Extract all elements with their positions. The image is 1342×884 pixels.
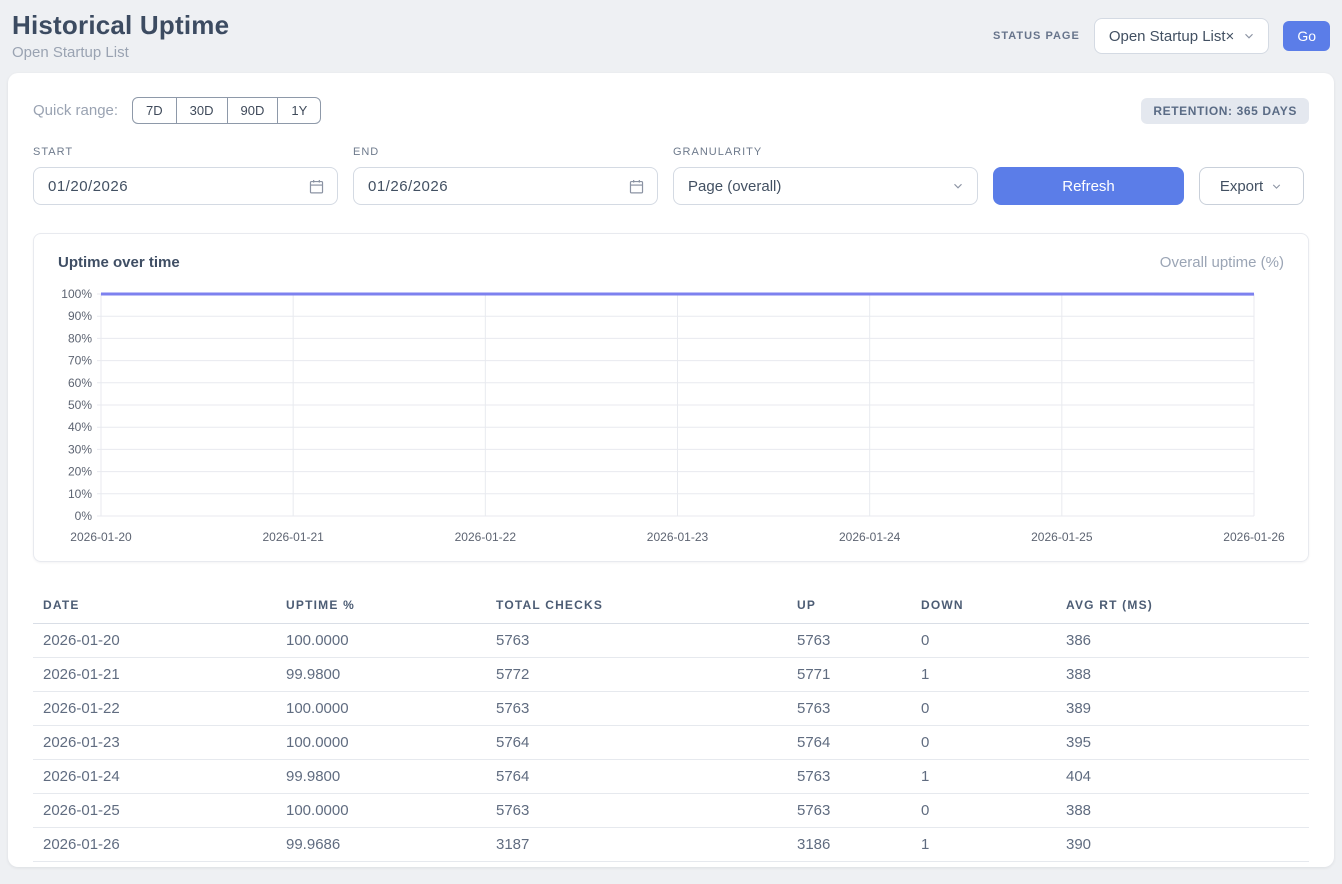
quick-range-label: Quick range:: [33, 102, 118, 119]
svg-text:30%: 30%: [68, 442, 92, 456]
page-subtitle: Open Startup List: [12, 44, 229, 61]
svg-text:2026-01-20: 2026-01-20: [70, 530, 132, 544]
col-avg-rt: AVG RT (MS): [1056, 590, 1309, 624]
chevron-down-icon: [951, 179, 965, 193]
refresh-button[interactable]: Refresh: [993, 167, 1184, 205]
end-date-field: END 01/26/2026: [353, 146, 658, 205]
col-up: UP: [787, 590, 911, 624]
svg-text:10%: 10%: [68, 487, 92, 501]
chart-legend: Overall uptime (%): [1160, 254, 1284, 271]
col-total-checks: TOTAL CHECKS: [486, 590, 787, 624]
status-page-select[interactable]: Open Startup List×: [1094, 18, 1270, 54]
svg-text:2026-01-25: 2026-01-25: [1031, 530, 1093, 544]
table-row: 2026-01-22100.0000576357630389: [33, 692, 1309, 726]
table-row: 2026-01-25100.0000576357630388: [33, 794, 1309, 828]
svg-text:2026-01-24: 2026-01-24: [839, 530, 901, 544]
svg-text:70%: 70%: [68, 354, 92, 368]
end-date-input[interactable]: 01/26/2026: [353, 167, 658, 205]
title-block: Historical Uptime Open Startup List: [12, 10, 229, 61]
svg-text:90%: 90%: [68, 309, 92, 323]
table-row: 2026-01-20100.0000576357630386: [33, 624, 1309, 658]
uptime-table-body: 2026-01-20100.00005763576303862026-01-21…: [33, 624, 1309, 862]
col-down: DOWN: [911, 590, 1056, 624]
go-button[interactable]: Go: [1283, 21, 1330, 51]
export-button[interactable]: Export: [1199, 167, 1304, 205]
main-panel: Quick range: 7D 30D 90D 1Y RETENTION: 36…: [8, 73, 1334, 867]
col-uptime: UPTIME %: [276, 590, 486, 624]
start-date-field: START 01/20/2026: [33, 146, 338, 205]
svg-text:60%: 60%: [68, 376, 92, 390]
start-date-label: START: [33, 146, 338, 158]
table-header-row: DATE UPTIME % TOTAL CHECKS UP DOWN AVG R…: [33, 590, 1309, 624]
export-button-label: Export: [1220, 178, 1263, 195]
svg-text:80%: 80%: [68, 331, 92, 345]
granularity-field: GRANULARITY Page (overall): [673, 146, 978, 205]
status-page-label: STATUS PAGE: [993, 30, 1080, 42]
uptime-chart-card: Uptime over time Overall uptime (%) 0% 10…: [33, 233, 1309, 562]
svg-text:50%: 50%: [68, 398, 92, 412]
table-row: 2026-01-2499.9800576457631404: [33, 760, 1309, 794]
uptime-table: DATE UPTIME % TOTAL CHECKS UP DOWN AVG R…: [33, 590, 1309, 862]
svg-text:2026-01-23: 2026-01-23: [647, 530, 709, 544]
status-page-controls: STATUS PAGE Open Startup List× Go: [993, 18, 1330, 54]
granularity-selected-value: Page (overall): [688, 178, 781, 195]
chevron-down-icon: [1242, 29, 1256, 43]
chart-title: Uptime over time: [58, 254, 180, 271]
status-page-selected-value: Open Startup List×: [1109, 28, 1235, 45]
quick-range-30d[interactable]: 30D: [176, 97, 228, 124]
table-row: 2026-01-2199.9800577257711388: [33, 658, 1309, 692]
svg-text:0%: 0%: [75, 509, 93, 523]
uptime-chart: 0% 10% 20% 30% 40% 50% 60% 70% 80% 90% 100% 2026-01…: [58, 285, 1285, 547]
retention-badge: RETENTION: 365 DAYS: [1141, 98, 1309, 124]
svg-text:2026-01-26: 2026-01-26: [1223, 530, 1285, 544]
svg-text:2026-01-22: 2026-01-22: [455, 530, 517, 544]
table-row: 2026-01-2699.9686318731861390: [33, 828, 1309, 862]
svg-text:100%: 100%: [61, 287, 92, 301]
page-header: Historical Uptime Open Startup List STAT…: [8, 10, 1334, 73]
granularity-select[interactable]: Page (overall): [673, 167, 978, 205]
svg-text:2026-01-21: 2026-01-21: [262, 530, 324, 544]
quick-range-1y[interactable]: 1Y: [277, 97, 321, 124]
svg-text:40%: 40%: [68, 420, 92, 434]
end-date-label: END: [353, 146, 658, 158]
calendar-icon[interactable]: [628, 178, 645, 195]
quick-range-90d[interactable]: 90D: [227, 97, 279, 124]
svg-text:20%: 20%: [68, 465, 92, 479]
col-date: DATE: [33, 590, 276, 624]
quick-range-row: Quick range: 7D 30D 90D 1Y RETENTION: 36…: [33, 97, 1309, 124]
start-date-value: 01/20/2026: [48, 178, 128, 195]
filter-form: START 01/20/2026 END 01/26/2026 GRANULAR…: [33, 146, 1309, 205]
table-row: 2026-01-23100.0000576457640395: [33, 726, 1309, 760]
granularity-label: GRANULARITY: [673, 146, 978, 158]
chevron-down-icon: [1270, 180, 1283, 193]
end-date-value: 01/26/2026: [368, 178, 448, 195]
quick-range-group: 7D 30D 90D 1Y: [132, 97, 321, 124]
start-date-input[interactable]: 01/20/2026: [33, 167, 338, 205]
quick-range-7d[interactable]: 7D: [132, 97, 177, 124]
page-title: Historical Uptime: [12, 10, 229, 41]
calendar-icon[interactable]: [308, 178, 325, 195]
